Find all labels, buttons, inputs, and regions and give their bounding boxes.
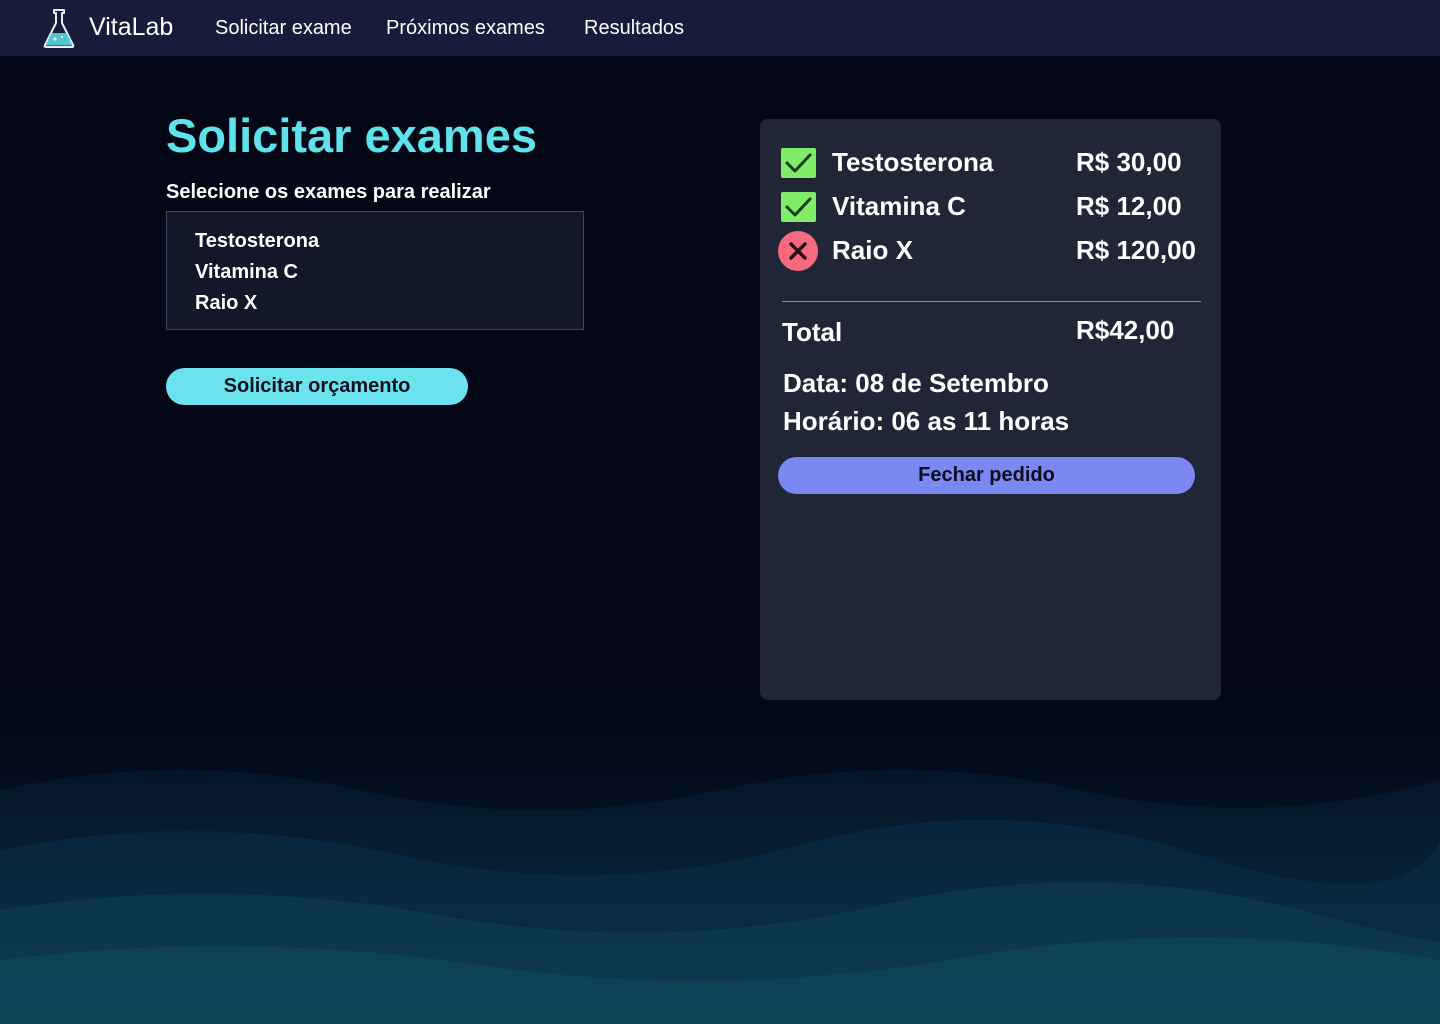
summary-item-price: R$ 12,00 — [1076, 191, 1182, 221]
check-icon — [781, 192, 816, 222]
nav-link-proximos-exames[interactable]: Próximos exames — [386, 17, 545, 40]
page-title: Solicitar exames — [166, 109, 537, 162]
x-circle-icon[interactable] — [777, 230, 819, 272]
exam-option-vitamina-c[interactable]: Vitamina C — [195, 261, 298, 284]
wave-background — [0, 640, 1440, 1024]
brand-name[interactable]: VitaLab — [89, 13, 173, 42]
summary-item-price: R$ 30,00 — [1076, 147, 1182, 177]
nav-link-resultados[interactable]: Resultados — [584, 17, 684, 40]
nav-link-solicitar-exame[interactable]: Solicitar exame — [215, 17, 352, 40]
exam-select-label: Selecione os exames para realizar — [166, 181, 491, 203]
total-value: R$42,00 — [1076, 315, 1175, 345]
top-navbar: VitaLab Solicitar exame Próximos exames … — [0, 0, 1440, 56]
check-icon — [781, 148, 816, 178]
exam-time: Horário: 06 as 11 horas — [783, 406, 1070, 436]
exam-multiselect[interactable]: Testosterona Vitamina C Raio X — [166, 211, 584, 330]
flask-icon — [43, 9, 75, 48]
order-summary-panel: Testosterona R$ 30,00 Vitamina C R$ 12,0… — [760, 119, 1221, 700]
request-quote-button[interactable]: Solicitar orçamento — [166, 368, 468, 405]
summary-item-name: Vitamina C — [832, 191, 966, 221]
summary-item-price: R$ 120,00 — [1076, 235, 1196, 265]
exam-date: Data: 08 de Setembro — [783, 368, 1049, 398]
summary-item-name: Raio X — [832, 235, 913, 265]
summary-item-name: Testosterona — [832, 147, 994, 177]
exam-option-raio-x[interactable]: Raio X — [195, 292, 257, 315]
summary-divider — [782, 301, 1201, 302]
close-order-button[interactable]: Fechar pedido — [778, 457, 1195, 494]
exam-option-testosterona[interactable]: Testosterona — [195, 230, 319, 253]
total-label: Total — [782, 317, 843, 347]
